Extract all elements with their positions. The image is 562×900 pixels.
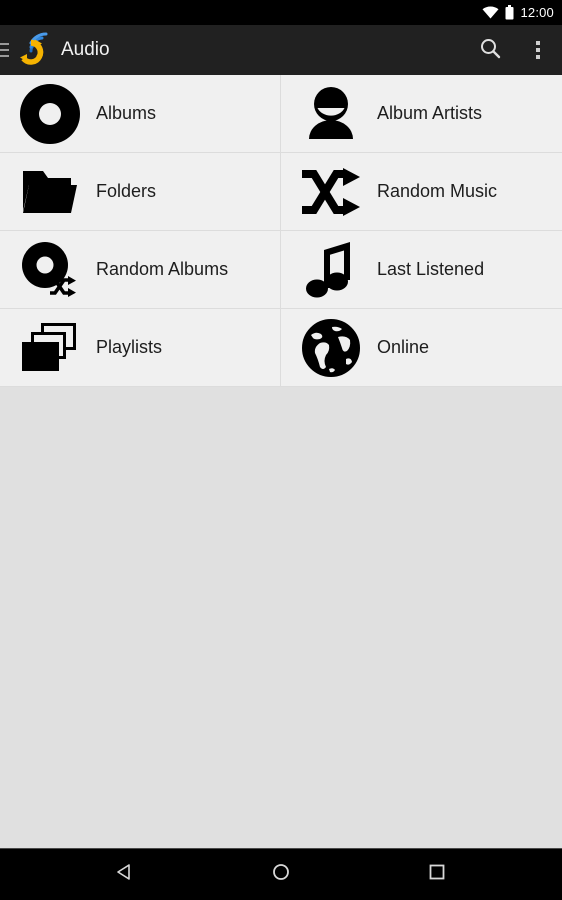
grid-item-last-listened[interactable]: Last Listened <box>281 231 562 309</box>
home-button[interactable] <box>259 853 303 897</box>
grid-item-random-music[interactable]: Random Music <box>281 153 562 231</box>
search-button[interactable] <box>466 25 514 75</box>
circle-icon <box>271 862 291 887</box>
battery-icon <box>505 5 514 20</box>
grid-item-online[interactable]: Online <box>281 309 562 387</box>
music-note-icon <box>299 238 363 302</box>
system-navigation-bar <box>0 848 562 900</box>
hamburger-menu-icon[interactable] <box>0 43 9 57</box>
wifi-icon <box>482 6 499 19</box>
overflow-menu-button[interactable] <box>514 25 562 75</box>
recents-button[interactable] <box>415 853 459 897</box>
person-icon <box>299 82 363 146</box>
grid-item-label: Last Listened <box>377 259 485 279</box>
main-menu-grid: Albums Album Artists Folders Random Musi… <box>0 75 562 387</box>
grid-item-label: Folders <box>96 181 157 201</box>
stacked-layers-icon <box>18 316 82 380</box>
page-title: Audio <box>61 39 110 60</box>
overflow-menu-icon <box>536 41 540 59</box>
grid-item-label: Random Music <box>377 181 498 201</box>
empty-content-area <box>0 387 562 848</box>
search-icon <box>478 36 502 65</box>
grid-item-album-artists[interactable]: Album Artists <box>281 75 562 153</box>
disc-shuffle-icon <box>18 238 82 302</box>
app-root: 12:00 Audio Albums Album Artists Folders… <box>0 0 562 900</box>
shuffle-icon <box>299 160 363 224</box>
disc-icon <box>18 82 82 146</box>
status-bar: 12:00 <box>0 0 562 25</box>
grid-item-label: Playlists <box>96 337 163 357</box>
grid-item-label: Random Albums <box>96 259 229 279</box>
audio-sync-logo-icon <box>11 30 51 70</box>
globe-icon <box>299 316 363 380</box>
app-toolbar: Audio <box>0 25 562 75</box>
grid-item-label: Albums <box>96 103 157 123</box>
square-icon <box>427 862 447 887</box>
grid-item-playlists[interactable]: Playlists <box>0 309 281 387</box>
folder-icon <box>18 160 82 224</box>
status-bar-clock: 12:00 <box>520 5 554 20</box>
grid-item-random-albums[interactable]: Random Albums <box>0 231 281 309</box>
grid-item-label: Album Artists <box>377 103 483 123</box>
grid-item-label: Online <box>377 337 430 357</box>
grid-item-folders[interactable]: Folders <box>0 153 281 231</box>
triangle-left-icon <box>115 862 135 887</box>
back-button[interactable] <box>103 853 147 897</box>
grid-item-albums[interactable]: Albums <box>0 75 281 153</box>
